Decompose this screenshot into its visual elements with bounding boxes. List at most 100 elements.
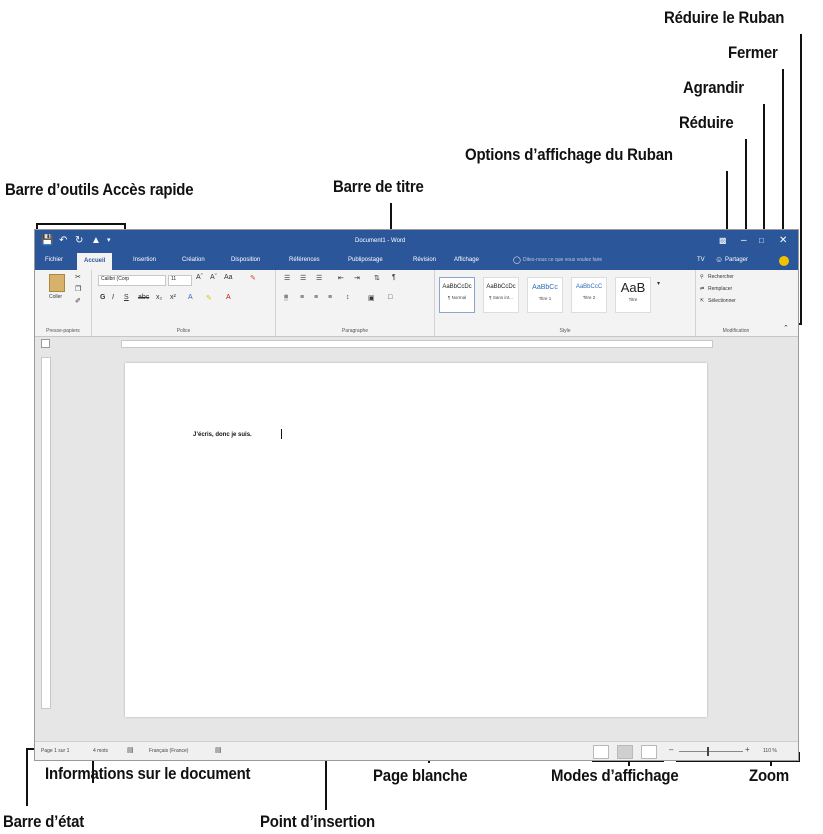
subscript-icon[interactable]: x₂ xyxy=(156,294,162,301)
change-case-icon[interactable]: Aa xyxy=(224,274,233,281)
align-right-icon[interactable]: ≡ xyxy=(314,294,318,301)
style-no-spacing[interactable]: AaBbCcDc ¶ Sans int... xyxy=(483,277,519,313)
increase-indent-icon[interactable]: ⇥ xyxy=(354,274,360,282)
read-mode-button[interactable] xyxy=(593,745,609,759)
underline-button[interactable]: S xyxy=(124,294,129,301)
status-words[interactable]: 4 mots xyxy=(93,748,108,754)
style-title[interactable]: AaB Titre xyxy=(615,277,651,313)
font-name-box[interactable]: Calibri (Corp xyxy=(98,275,166,286)
multilevel-list-icon[interactable]: ☰ xyxy=(316,274,322,282)
text-effects-icon[interactable]: A xyxy=(188,294,193,301)
tab-creation[interactable]: Création xyxy=(182,257,205,263)
zoom-level[interactable]: 110 % xyxy=(763,748,777,754)
save-icon[interactable]: 💾 xyxy=(41,235,53,247)
callout-reduire-ruban: Réduire le Ruban xyxy=(664,8,785,27)
account-initials[interactable]: TV xyxy=(697,257,705,263)
tab-disposition[interactable]: Disposition xyxy=(231,257,260,263)
grow-font-icon[interactable]: Aˆ xyxy=(196,274,203,281)
maximize-icon[interactable]: □ xyxy=(759,235,764,247)
find-button[interactable]: Rechercher xyxy=(708,274,734,280)
format-painter-icon[interactable]: ✐ xyxy=(75,297,81,305)
tab-insertion[interactable]: Insertion xyxy=(133,257,156,263)
callout-informations: Informations sur le document xyxy=(45,764,251,783)
callout-barre-etat: Barre d’état xyxy=(3,812,85,831)
bullets-icon[interactable]: ☰ xyxy=(284,274,290,282)
font-color-icon[interactable]: A xyxy=(226,294,231,301)
decrease-indent-icon[interactable]: ⇤ xyxy=(338,274,344,282)
cut-icon[interactable]: ✂ xyxy=(75,273,81,281)
customize-qat-icon[interactable]: ▾ xyxy=(107,235,111,247)
minimize-icon[interactable]: – xyxy=(741,235,747,247)
web-layout-button[interactable] xyxy=(641,745,657,759)
styles-more-icon[interactable]: ▾ xyxy=(657,280,660,287)
status-page[interactable]: Page 1 sur 1 xyxy=(41,748,69,754)
redo-icon[interactable]: ↻ xyxy=(75,235,83,247)
horizontal-ruler[interactable] xyxy=(35,337,798,348)
callout-page-blanche: Page blanche xyxy=(373,766,468,785)
tab-accueil[interactable]: Accueil xyxy=(77,253,113,270)
status-language[interactable]: Français (France) xyxy=(149,748,188,754)
tab-selector-icon[interactable] xyxy=(41,339,50,348)
ribbon-display-options-icon[interactable]: ▩ xyxy=(719,235,727,247)
borders-icon[interactable]: □ xyxy=(388,294,392,301)
paste-button[interactable]: Coller xyxy=(49,294,62,300)
proofing-icon[interactable]: ▤ xyxy=(127,746,134,754)
tab-affichage[interactable]: Affichage xyxy=(454,257,479,263)
style-heading-1[interactable]: AaBbCc Titre 1 xyxy=(527,277,563,313)
align-left-icon[interactable]: ≡ xyxy=(284,294,289,301)
zoom-out-button[interactable]: – xyxy=(669,745,673,754)
smiley-icon[interactable] xyxy=(779,256,789,266)
collapse-ribbon-icon[interactable]: ⌃ xyxy=(783,324,789,332)
superscript-icon[interactable]: x² xyxy=(170,294,176,301)
paste-icon[interactable] xyxy=(49,274,65,292)
ruler-track xyxy=(121,340,713,348)
font-size-box[interactable]: 11 xyxy=(168,275,192,286)
tab-references[interactable]: Références xyxy=(289,257,320,263)
style-normal[interactable]: AaBbCcDc ¶ Normal xyxy=(439,277,475,313)
tab-publipostage[interactable]: Publipostage xyxy=(348,257,383,263)
document-text[interactable]: J’écris, donc je suis. xyxy=(193,432,252,438)
clear-formatting-icon[interactable]: ✎ xyxy=(250,274,256,282)
shading-icon[interactable]: ▣ xyxy=(368,294,375,302)
bold-button[interactable]: G xyxy=(100,294,105,301)
zoom-slider-thumb[interactable] xyxy=(707,747,709,756)
justify-icon[interactable]: ≡ xyxy=(328,294,332,301)
zoom-slider-track[interactable] xyxy=(679,751,743,752)
lightbulb-icon: ◯ xyxy=(513,257,521,264)
word-window: 💾 ↶ ↻ ▲ ▾ Document1 - Word ▩ – □ ✕ Fichi… xyxy=(34,229,799,761)
shrink-font-icon[interactable]: Aˇ xyxy=(210,274,217,281)
italic-button[interactable]: I xyxy=(112,294,114,301)
sort-icon[interactable]: ⇅ xyxy=(374,274,380,282)
select-button[interactable]: Sélectionner xyxy=(708,298,736,304)
tell-me-box[interactable]: Dites-nous ce que vous voulez faire xyxy=(523,257,602,263)
line-spacing-icon[interactable]: ↕ xyxy=(346,294,350,301)
show-marks-icon[interactable]: ¶ xyxy=(392,274,396,281)
group-label-styles: Style xyxy=(559,328,571,334)
open-icon[interactable]: ▲ xyxy=(91,235,101,247)
undo-icon[interactable]: ↶ xyxy=(59,235,67,247)
leader-informations xyxy=(92,759,94,783)
share-button[interactable]: Partager xyxy=(725,257,748,263)
print-layout-button[interactable] xyxy=(617,745,633,759)
highlight-icon[interactable]: ✎ xyxy=(206,294,212,302)
replace-button[interactable]: Remplacer xyxy=(708,286,732,292)
numbering-icon[interactable]: ☰ xyxy=(300,274,306,282)
zoom-in-button[interactable]: + xyxy=(745,745,750,754)
status-bar: Page 1 sur 1 4 mots ▤ Français (France) … xyxy=(35,741,798,760)
macro-icon[interactable]: ▤ xyxy=(215,746,222,754)
callout-reduire: Réduire xyxy=(679,113,734,132)
share-icon: ☺ xyxy=(715,255,724,264)
blank-page[interactable]: J’écris, donc je suis. xyxy=(125,363,707,717)
close-icon[interactable]: ✕ xyxy=(779,235,787,247)
group-label-paragraph: Paragraphe xyxy=(341,328,369,334)
insertion-point xyxy=(281,429,282,439)
align-center-icon[interactable]: ≡ xyxy=(300,294,304,301)
strikethrough-icon[interactable]: abc xyxy=(138,294,149,301)
callout-agrandir: Agrandir xyxy=(683,78,744,97)
callout-modes-affichage: Modes d’affichage xyxy=(551,766,679,785)
style-heading-2[interactable]: AaBbCcC Titre 2 xyxy=(571,277,607,313)
vertical-ruler[interactable] xyxy=(41,357,51,709)
copy-icon[interactable]: ❐ xyxy=(75,285,81,293)
tab-fichier[interactable]: Fichier xyxy=(45,257,63,263)
tab-revision[interactable]: Révision xyxy=(413,257,436,263)
